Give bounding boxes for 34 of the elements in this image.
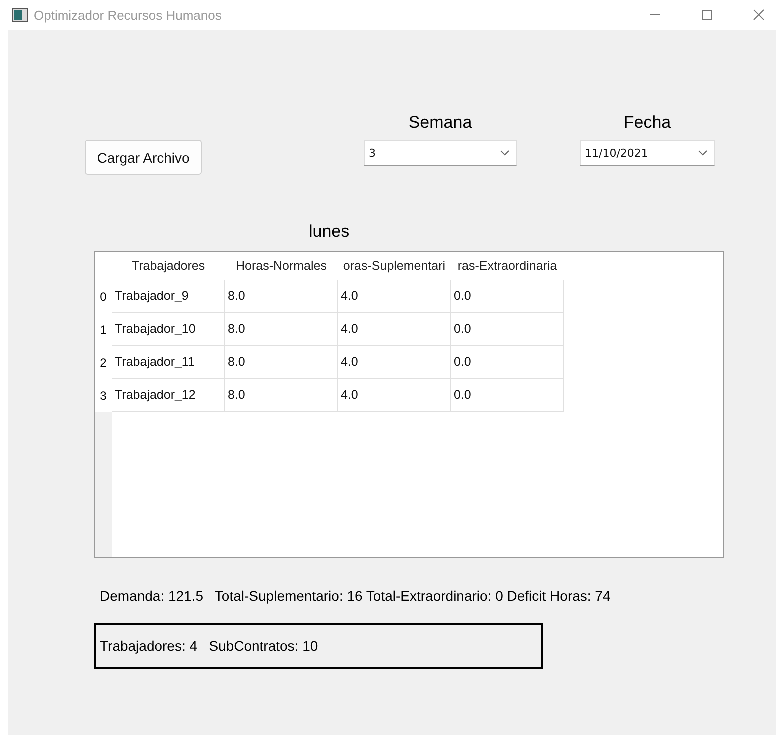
summary-text: Demanda: 121.5 Total-Suplementario: 16 Total-Extraordinario: 0 Deficit Horas: 74 (100, 588, 612, 604)
column-header[interactable]: Trabajadores (112, 252, 225, 280)
maximize-icon[interactable] (700, 8, 714, 22)
date-label: Fecha (624, 112, 672, 134)
table-cell: 8.0 (225, 379, 338, 412)
table-cell: Trabajador_11 (112, 346, 225, 379)
table-cell: 4.0 (338, 313, 451, 346)
column-header[interactable]: Horas-Normales (225, 252, 338, 280)
dropdown-caret-icon (500, 150, 510, 156)
day-label: lunes (309, 222, 350, 242)
table-cell: 0.0 (451, 280, 564, 313)
table-cell: 8.0 (225, 280, 338, 313)
close-icon[interactable] (752, 8, 766, 22)
window-title: Optimizador Recursos Humanos (34, 8, 223, 22)
table-cell: Trabajador_10 (112, 313, 225, 346)
table-cell: 0.0 (451, 313, 564, 346)
table-cell: 8.0 (225, 313, 338, 346)
table-cell: Trabajador_12 (112, 379, 225, 412)
table-cell: 4.0 (338, 280, 451, 313)
table-cell: 8.0 (225, 346, 338, 379)
load-file-button[interactable]: Cargar Archivo (85, 140, 202, 175)
column-header[interactable]: oras-Suplementari (338, 252, 451, 280)
table-cell: 0.0 (451, 346, 564, 379)
column-header[interactable]: ras-Extraordinaria (451, 252, 564, 280)
week-label: Semana (408, 112, 472, 134)
totals-panel: Trabajadores: 4 SubContratos: 10 (94, 623, 543, 669)
dropdown-caret-icon (698, 150, 708, 156)
app-icon (12, 8, 28, 22)
table-cell: 4.0 (338, 379, 451, 412)
week-dropdown[interactable]: 3 (364, 140, 517, 166)
date-dropdown[interactable]: 11/10/2021 (580, 140, 715, 166)
table-cell: 4.0 (338, 346, 451, 379)
table-cell: Trabajador_9 (112, 280, 225, 313)
table-cell: 0.0 (451, 379, 564, 412)
